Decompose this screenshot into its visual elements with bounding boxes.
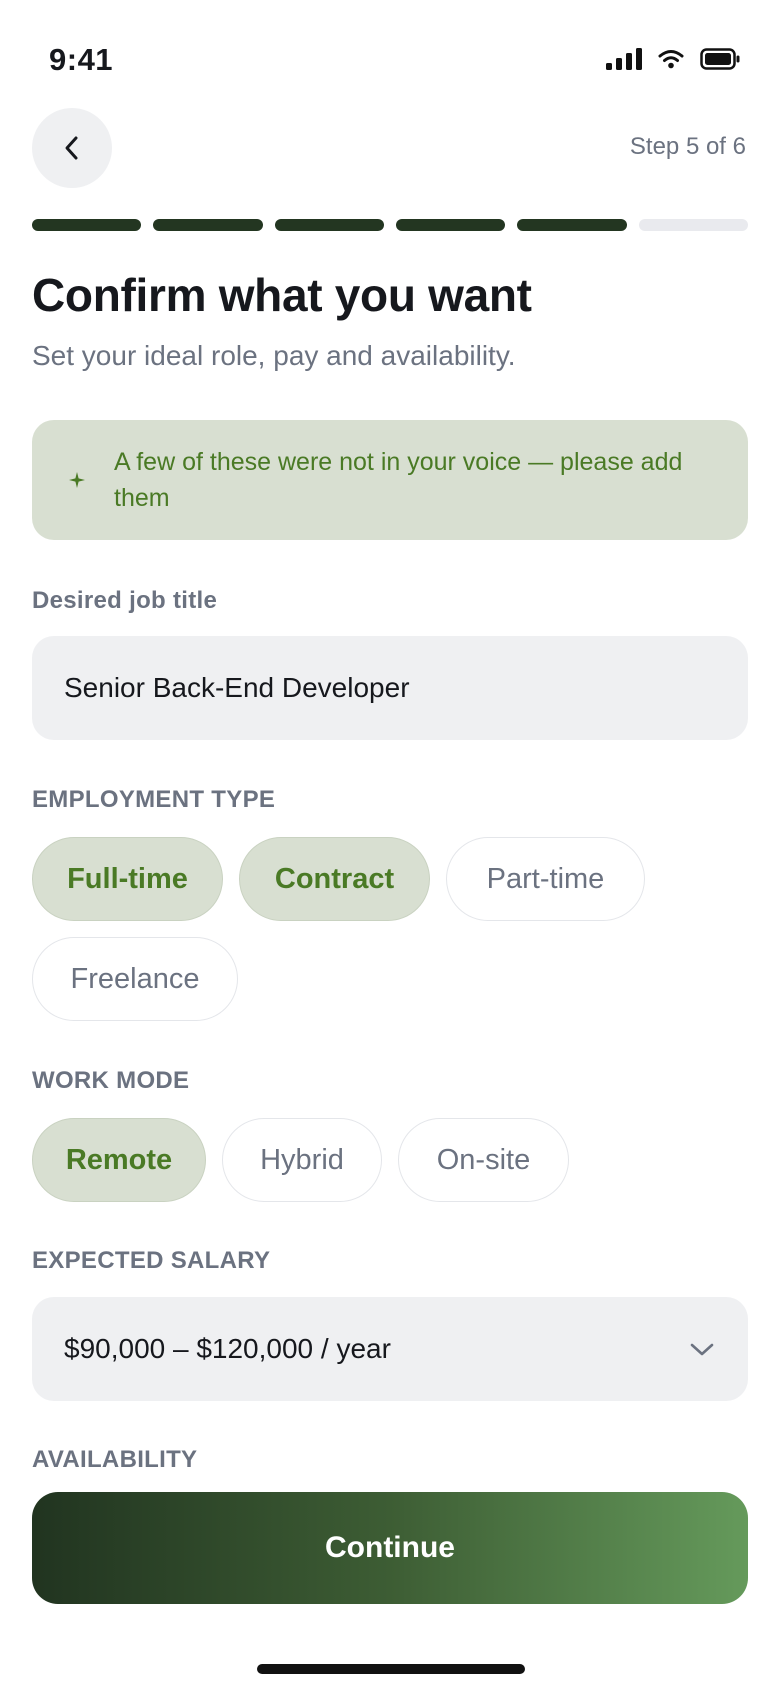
progress-segment [517, 219, 627, 231]
chip-hybrid[interactable]: Hybrid [222, 1118, 382, 1202]
job-title-input[interactable]: Senior Back-End Developer [32, 636, 748, 740]
chevron-down-icon [690, 1343, 714, 1356]
job-title-value: Senior Back-End Developer [64, 672, 410, 703]
expected-salary-label: EXPECTED SALARY [32, 1247, 271, 1274]
work-mode-label: WORK MODE [32, 1067, 190, 1094]
chip-part-time[interactable]: Part-time [446, 837, 645, 921]
sparkle-icon [66, 472, 88, 488]
wifi-icon [658, 50, 684, 69]
battery-icon [700, 48, 740, 70]
progress-segment [638, 219, 748, 231]
progress-segment [32, 219, 142, 231]
page-subtitle: Set your ideal role, pay and availabilit… [32, 340, 516, 371]
cellular-signal-icon [606, 48, 642, 70]
employment-type-chips-row-2: Freelance [32, 937, 238, 1021]
progress-segment [395, 219, 506, 231]
chip-full-time[interactable]: Full-time [32, 837, 223, 921]
notice-text: A few of these were not in your voice — … [114, 448, 683, 512]
progress-segment [153, 219, 263, 231]
availability-label: AVAILABILITY [32, 1446, 198, 1473]
page-title: Confirm what you want [32, 269, 532, 321]
progress-segment [274, 219, 384, 231]
status-bar: 9:41 [0, 0, 780, 110]
salary-select[interactable]: $90,000 – $120,000 / year [32, 1297, 748, 1401]
continue-button[interactable]: Continue [32, 1492, 748, 1604]
chip-on-site[interactable]: On-site [398, 1118, 569, 1202]
employment-type-chips: Full-time Contract Part-time [32, 837, 645, 921]
chip-freelance[interactable]: Freelance [32, 937, 238, 1021]
missing-info-notice: A few of these were not in your voice — … [32, 420, 748, 540]
status-time: 9:41 [49, 42, 114, 77]
home-indicator [257, 1664, 525, 1674]
chevron-left-icon [65, 136, 78, 160]
salary-value: $90,000 – $120,000 / year [64, 1333, 391, 1364]
chip-remote[interactable]: Remote [32, 1118, 206, 1202]
progress-bar [32, 219, 748, 233]
job-title-label: Desired job title [32, 587, 218, 614]
back-button[interactable] [32, 108, 112, 188]
employment-type-label: EMPLOYMENT TYPE [32, 786, 276, 813]
chip-contract[interactable]: Contract [239, 837, 430, 921]
status-icons [606, 48, 740, 70]
work-mode-chips: Remote Hybrid On-site [32, 1118, 569, 1202]
step-indicator: Step 5 of 6 [629, 133, 746, 160]
